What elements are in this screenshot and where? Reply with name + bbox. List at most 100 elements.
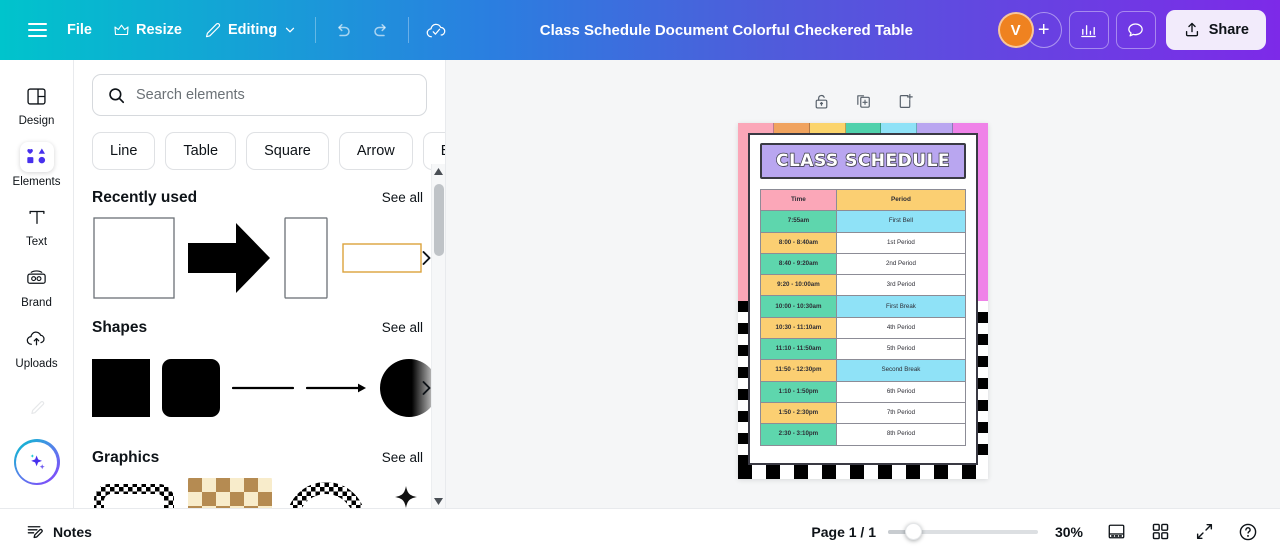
file-menu-button[interactable]: File (56, 11, 103, 49)
table-row[interactable]: 9:20 - 10:00am 3rd Period (760, 274, 967, 297)
editor-body: Design Elements Text Brand Uploads Searc… (0, 60, 1280, 508)
chip-square[interactable]: Square (246, 132, 329, 170)
add-page-button[interactable] (891, 87, 919, 115)
sidebar-label-brand: Brand (21, 296, 52, 309)
table-row[interactable]: 10:30 - 11:10am 4th Period (760, 316, 967, 340)
add-page-icon (897, 93, 914, 110)
brand-radio-icon (20, 263, 54, 293)
page-indicator[interactable]: Page 1 / 1 (811, 524, 876, 540)
caret-up-icon[interactable] (434, 164, 443, 178)
undo-button[interactable] (324, 11, 362, 49)
square-outline-thumb[interactable] (92, 216, 176, 300)
notes-button[interactable]: Notes (16, 516, 102, 548)
cell-time: 11:10 - 11:50am (760, 338, 837, 361)
page-view-button[interactable] (1100, 516, 1132, 548)
draw-tool-button[interactable] (17, 391, 57, 427)
doc-title-banner[interactable]: CLASS SCHEDULE (760, 143, 966, 179)
table-row[interactable]: 11:50 - 12:30pm Second Break (760, 359, 967, 382)
pen-draw-icon (27, 399, 47, 419)
sidebar-item-design[interactable]: Design (4, 74, 70, 133)
panel-scrollbar[interactable] (431, 164, 445, 508)
cell-period: Second Break (835, 359, 967, 382)
canvas-area[interactable]: CLASS SCHEDULE Time Period 7:55am First … (446, 60, 1280, 508)
strip-color-4 (881, 123, 918, 133)
chip-arrow[interactable]: Arrow (338, 132, 413, 170)
black-rounded-square-thumb[interactable] (162, 346, 220, 430)
hamburger-menu-button[interactable] (18, 11, 56, 49)
scrollbar-track[interactable] (432, 178, 445, 494)
doc-inner-frame: CLASS SCHEDULE Time Period 7:55am First … (748, 133, 978, 465)
scrollbar-thumb[interactable] (434, 184, 444, 256)
comments-button[interactable] (1115, 11, 1156, 49)
zoom-slider-knob[interactable] (904, 523, 922, 540)
see-all-graphics[interactable]: See all (382, 450, 423, 465)
filter-chips: Line Table Square Arrow Box (74, 116, 445, 170)
table-row[interactable]: 7:55am First Bell (760, 210, 967, 233)
analytics-button[interactable] (1068, 11, 1109, 49)
avatar[interactable]: V (997, 12, 1034, 48)
fullscreen-button[interactable] (1188, 516, 1220, 548)
vertical-rectangle-thumb[interactable] (284, 216, 328, 300)
orange-outline-rect-thumb[interactable] (340, 216, 424, 300)
duplicate-page-button[interactable] (849, 87, 877, 115)
chip-line[interactable]: Line (92, 132, 156, 170)
sparkle-star-thumb[interactable] (380, 476, 432, 508)
section-header-graphics: Graphics See all (92, 430, 445, 467)
grid-view-button[interactable] (1144, 516, 1176, 548)
chip-table[interactable]: Table (165, 132, 237, 170)
table-row[interactable]: 2:30 - 3:10pm 8th Period (760, 423, 967, 446)
checkerboard-tan-thumb[interactable] (188, 476, 272, 508)
table-row[interactable]: 8:00 - 8:40am 1st Period (760, 231, 967, 254)
toolbar-divider-1 (315, 17, 317, 43)
plus-icon: + (1037, 18, 1050, 41)
magic-assistant-button[interactable] (13, 439, 60, 486)
help-button[interactable] (1232, 516, 1264, 548)
page-view-icon (1107, 522, 1126, 541)
collaborators-group: V + (997, 12, 1062, 48)
search-input[interactable] (136, 87, 412, 103)
line-thumb[interactable] (232, 346, 294, 430)
comment-bubble-icon (1126, 21, 1145, 40)
editing-label: Editing (227, 22, 278, 38)
zoom-percentage[interactable]: 30% (1050, 524, 1088, 540)
black-arrow-thumb[interactable] (188, 216, 272, 300)
cell-time: 7:55am (760, 210, 837, 233)
cell-period: First Bell (835, 210, 967, 233)
share-button[interactable]: Share (1165, 10, 1266, 50)
checkered-circle-thumb[interactable] (284, 476, 368, 508)
zoom-slider[interactable] (888, 523, 1038, 541)
text-t-icon (20, 202, 54, 232)
table-row[interactable]: 1:50 - 2:30pm 7th Period (760, 401, 967, 425)
lock-page-button[interactable] (807, 87, 835, 115)
table-row[interactable]: 11:10 - 11:50am 5th Period (760, 338, 967, 361)
arrow-line-thumb[interactable] (306, 346, 368, 430)
left-rail: Design Elements Text Brand Uploads (0, 60, 74, 508)
resize-button[interactable]: Resize (103, 11, 193, 49)
sidebar-label-text: Text (25, 236, 48, 249)
see-all-shapes[interactable]: See all (382, 320, 423, 335)
search-box[interactable] (92, 74, 427, 116)
design-page[interactable]: CLASS SCHEDULE Time Period 7:55am First … (738, 123, 988, 479)
sidebar-label-uploads: Uploads (15, 357, 58, 370)
table-row[interactable]: 8:40 - 9:20am 2nd Period (760, 252, 967, 276)
cell-period: 7th Period (835, 401, 967, 425)
sidebar-item-text[interactable]: Text (4, 195, 70, 254)
caret-down-icon[interactable] (434, 494, 443, 508)
th-period: Period (835, 188, 967, 212)
strip-color-3 (845, 123, 882, 133)
black-square-thumb[interactable] (92, 346, 150, 430)
sidebar-item-brand[interactable]: Brand (4, 256, 70, 315)
checkered-frame-thumb[interactable] (92, 476, 176, 508)
redo-button[interactable] (362, 11, 400, 49)
table-row[interactable]: 1:10 - 1:50pm 6th Period (760, 380, 967, 403)
editing-mode-button[interactable]: Editing (193, 11, 307, 49)
help-question-icon (1238, 522, 1258, 542)
class-schedule-table[interactable]: Time Period 7:55am First Bell 8:00 - 8:4… (760, 188, 967, 446)
sidebar-label-design: Design (18, 115, 55, 127)
table-row[interactable]: 10:00 - 10:30am First Break (760, 295, 967, 318)
cloud-saved-button[interactable] (417, 11, 455, 49)
sidebar-item-uploads[interactable]: Uploads (4, 317, 70, 376)
see-all-recently-used[interactable]: See all (382, 190, 423, 205)
sidebar-item-elements[interactable]: Elements (4, 135, 70, 194)
document-title[interactable]: Class Schedule Document Colorful Checker… (455, 22, 998, 39)
